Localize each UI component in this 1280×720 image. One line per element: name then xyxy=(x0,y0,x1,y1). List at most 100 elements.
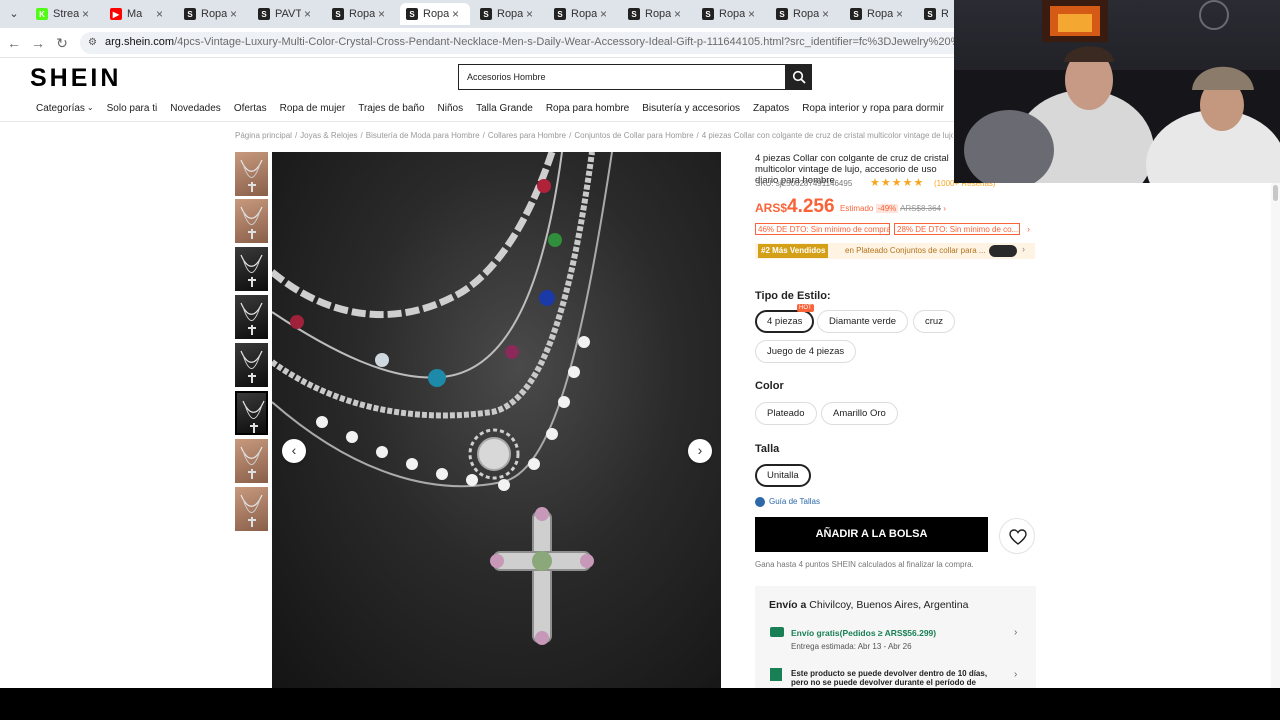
style-option-juego[interactable]: Juego de 4 piezas xyxy=(755,340,857,363)
breadcrumb: Página principal / Joyas & Relojes / Bisuter… xyxy=(235,131,953,140)
close-tab-icon[interactable]: × xyxy=(452,7,464,21)
browser-tab[interactable]: ▶ Ma × xyxy=(104,3,174,25)
breadcrumb-item[interactable]: 4 piezas Collar con colgante de cruz de … xyxy=(702,131,953,140)
style-option-label: 4 piezas xyxy=(767,316,803,327)
size-guide-label: Guía de Tallas xyxy=(769,497,820,507)
close-tab-icon[interactable]: × xyxy=(82,7,94,21)
product-thumbnail[interactable] xyxy=(235,247,268,291)
youtube-favicon-icon: ▶ xyxy=(110,8,122,20)
menu-item[interactable]: Bisutería y accesorios xyxy=(642,103,740,117)
product-thumbnail[interactable] xyxy=(235,391,268,435)
menu-item[interactable]: Ropa para hombre xyxy=(546,103,629,117)
browser-tab[interactable]: S Ropa d× xyxy=(770,3,840,25)
product-thumbnail[interactable] xyxy=(235,295,268,339)
browser-tab[interactable]: S Ropa d× xyxy=(178,3,248,25)
forward-arrow-icon[interactable]: → xyxy=(28,33,48,53)
close-tab-icon[interactable]: × xyxy=(822,7,834,21)
close-tab-icon[interactable]: × xyxy=(600,7,612,21)
menu-item[interactable]: Solo para ti xyxy=(107,103,158,117)
browser-tab[interactable]: S Ropa d× xyxy=(400,3,470,25)
browser-tab[interactable]: S Ropa d× xyxy=(326,3,396,25)
product-thumbnail[interactable] xyxy=(235,152,268,196)
style-option-4-piezas[interactable]: 4 piezas HOT xyxy=(755,304,815,333)
coupon-chevron-icon[interactable]: › xyxy=(1027,224,1030,234)
browser-tab[interactable]: S PAVTR× xyxy=(252,3,322,25)
breadcrumb-item[interactable]: Collares para Hombre xyxy=(488,131,566,140)
coupon-1[interactable]: 46% DE DTO: Sin mínimo de compra xyxy=(755,223,890,235)
size-option-unitalla[interactable]: Unitalla xyxy=(755,464,811,487)
ship-to[interactable]: Envío a Chivilcoy, Buenos Aires, Argenti… xyxy=(769,599,968,611)
tab-title: Ropa d xyxy=(349,8,375,20)
style-option-diamante-verde[interactable]: Diamante verde xyxy=(817,310,909,333)
style-option-cruz[interactable]: cruz xyxy=(913,310,955,333)
product-thumbnail[interactable] xyxy=(235,487,268,531)
menu-item[interactable]: Novedades xyxy=(170,103,221,117)
breadcrumb-item[interactable]: Conjuntos de Collar para Hombre xyxy=(574,131,693,140)
webcam-video xyxy=(954,0,1280,183)
product-thumbnail[interactable] xyxy=(235,439,268,483)
close-tab-icon[interactable]: × xyxy=(378,7,390,21)
menu-item[interactable]: Ropa de mujer xyxy=(280,103,346,117)
close-tab-icon[interactable]: × xyxy=(674,7,686,21)
browser-tab[interactable]: S Ropa d× xyxy=(474,3,544,25)
close-tab-icon[interactable]: × xyxy=(230,7,242,21)
points-note: Gana hasta 4 puntos SHEIN calculados al … xyxy=(755,560,974,569)
close-tab-icon[interactable]: × xyxy=(526,7,538,21)
color-option-amarillo-oro[interactable]: Amarillo Oro xyxy=(821,402,898,425)
browser-tab[interactable]: S Ropa d× xyxy=(548,3,618,25)
rating-stars[interactable]: ★★★★★ xyxy=(870,176,924,189)
browser-tab[interactable]: S Ropa d× xyxy=(844,3,914,25)
add-to-bag-button[interactable]: AÑADIR A LA BOLSA xyxy=(755,517,988,552)
menu-item[interactable]: Ropa interior y ropa para dormir xyxy=(802,103,944,117)
size-guide-link[interactable]: Guía de Tallas xyxy=(755,497,820,507)
previous-image-button[interactable]: ‹ xyxy=(282,439,306,463)
webcam-overlay xyxy=(954,0,1280,183)
menu-item[interactable]: Trajes de baño xyxy=(358,103,424,117)
close-tab-icon[interactable]: × xyxy=(156,7,168,21)
shipping-chevron-icon[interactable]: › xyxy=(1014,627,1017,638)
breadcrumb-item[interactable]: Joyas & Relojes xyxy=(300,131,357,140)
browser-tab[interactable]: S Ropa xyxy=(918,3,954,25)
best-seller-bar[interactable]: #2 Más Vendidos en Plateado Conjuntos de… xyxy=(755,243,1035,259)
truck-icon xyxy=(770,627,784,637)
shein-logo[interactable]: SHEIN xyxy=(30,64,121,93)
browser-tab[interactable]: K Stream× xyxy=(30,3,100,25)
browser-tab[interactable]: S Ropa d× xyxy=(696,3,766,25)
menu-item[interactable]: Zapatos xyxy=(753,103,789,117)
breadcrumb-item[interactable]: Bisutería de Moda para Hombre xyxy=(366,131,480,140)
breadcrumb-item[interactable]: Página principal xyxy=(235,131,292,140)
menu-item[interactable]: Niños xyxy=(438,103,464,117)
coupon-2[interactable]: 28% DE DTO: Sin mínimo de co... xyxy=(894,223,1020,235)
search-input[interactable]: Accesorios Hombre xyxy=(458,64,786,90)
hot-tag: HOT xyxy=(797,304,814,312)
free-shipping-text[interactable]: Envío gratis(Pedidos ≥ ARS$56.299) xyxy=(791,628,936,638)
back-arrow-icon[interactable]: ← xyxy=(4,33,24,53)
close-tab-icon[interactable]: × xyxy=(304,7,316,21)
product-thumbnail[interactable] xyxy=(235,199,268,243)
return-policy-text[interactable]: Este producto se puede devolver dentro d… xyxy=(791,669,1006,688)
reload-icon[interactable]: ↻ xyxy=(52,33,72,53)
product-thumbnail[interactable] xyxy=(235,343,268,387)
estimated-price[interactable]: Estimado -49% ARS$8.364 › xyxy=(840,204,946,213)
next-image-button[interactable]: › xyxy=(688,439,712,463)
price-value: 4.256 xyxy=(787,196,835,217)
return-chevron-icon[interactable]: › xyxy=(1014,669,1017,680)
scrollbar-thumb[interactable] xyxy=(1273,185,1278,201)
main-product-image[interactable]: ‹ › xyxy=(272,152,721,688)
close-tab-icon[interactable]: × xyxy=(748,7,760,21)
ship-to-label: Envío a xyxy=(769,599,807,611)
browser-tab[interactable]: S Ropa d× xyxy=(622,3,692,25)
tab-title: Ropa d xyxy=(423,8,449,20)
page-scrollbar[interactable] xyxy=(1271,183,1280,688)
menu-item[interactable]: Talla Grande xyxy=(476,103,533,117)
menu-item[interactable]: Ofertas xyxy=(234,103,267,117)
color-option-plateado[interactable]: Plateado xyxy=(755,402,817,425)
wishlist-button[interactable] xyxy=(999,518,1035,554)
shein-favicon-icon: S xyxy=(850,8,862,20)
site-info-icon[interactable]: ⚙ xyxy=(88,37,100,49)
menu-item[interactable]: Categorías xyxy=(36,103,85,117)
tab-search-chevron-icon[interactable]: ⌄ xyxy=(4,4,24,24)
search-button[interactable] xyxy=(786,64,812,90)
shein-favicon-icon: S xyxy=(554,8,566,20)
close-tab-icon[interactable]: × xyxy=(896,7,908,21)
